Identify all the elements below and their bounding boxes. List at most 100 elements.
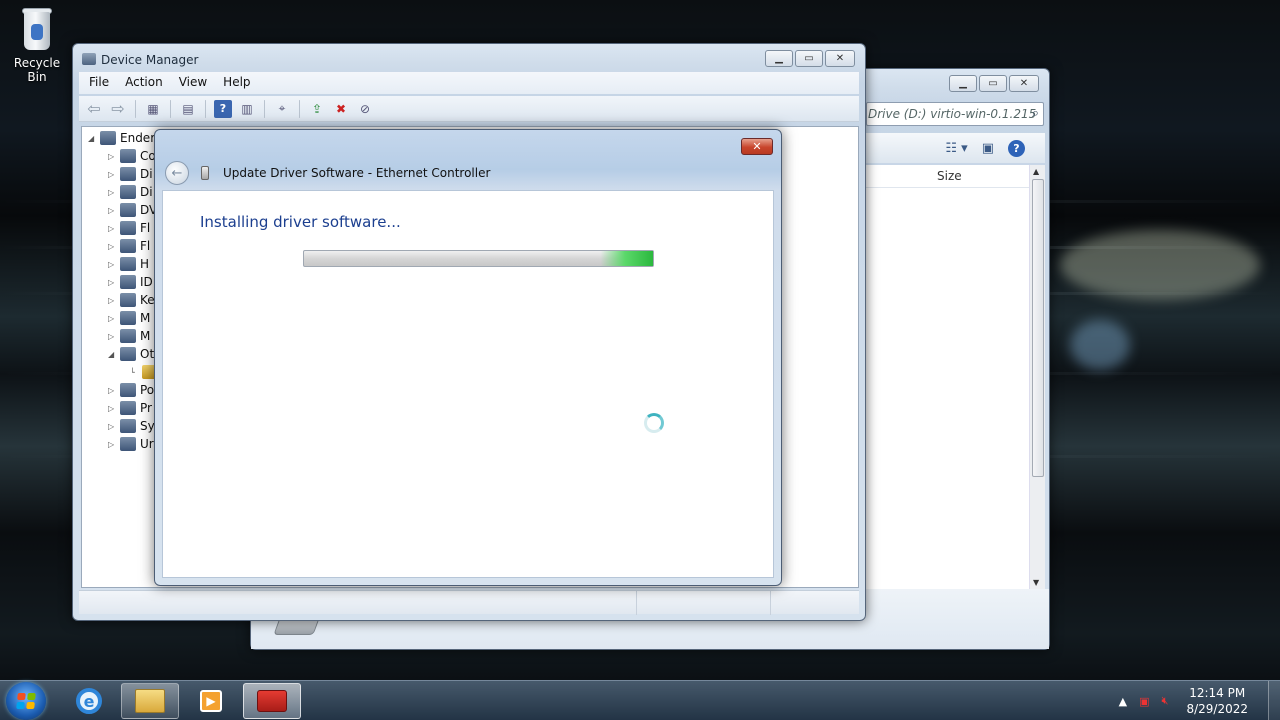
maximize-button[interactable]: ▭ bbox=[795, 50, 823, 67]
tree-item[interactable]: ▷ Di bbox=[108, 183, 153, 201]
windows-logo-icon bbox=[16, 693, 36, 709]
menu-view[interactable]: View bbox=[173, 72, 213, 94]
close-button[interactable]: ✕ bbox=[1009, 75, 1039, 92]
update-driver-icon[interactable]: ⇪ bbox=[308, 100, 326, 118]
device-manager-caption-buttons: ▁ ▭ ✕ bbox=[765, 50, 855, 67]
explorer-command-bar: ☷ ▾ ▣ ? bbox=[865, 133, 1045, 163]
tree-item-label: Fl bbox=[140, 221, 151, 235]
expand-arrow-icon[interactable]: ▷ bbox=[108, 224, 118, 233]
taskbar-windows-explorer[interactable] bbox=[121, 683, 179, 719]
expand-arrow-icon[interactable]: ▷ bbox=[108, 440, 118, 449]
tree-item[interactable]: ▷ DV bbox=[108, 201, 157, 219]
tree-item[interactable]: ▷ Ur bbox=[108, 435, 154, 453]
toolbar: ⇦ ⇨ ▦ ▤ ? ▥ ⌖ ⇪ ✖ ⊘ bbox=[79, 96, 859, 122]
network-disconnected-icon[interactable]: ▣ bbox=[1139, 695, 1149, 708]
tree-item-label: M bbox=[140, 329, 151, 343]
scrollbar-thumb[interactable] bbox=[1032, 179, 1044, 477]
tree-item[interactable]: ▷ Ke bbox=[108, 291, 155, 309]
address-bar[interactable]: Drive (D:) virtio-win-0.1.215 ⌕ bbox=[866, 102, 1044, 126]
tree-item-label: Di bbox=[140, 167, 153, 181]
tree-item[interactable]: ▷ Co bbox=[108, 147, 156, 165]
close-button[interactable]: ✕ bbox=[825, 50, 855, 67]
size-column-header[interactable]: Size bbox=[937, 169, 962, 183]
menu-action[interactable]: Action bbox=[119, 72, 169, 94]
back-arrow-icon[interactable]: ← bbox=[165, 161, 189, 185]
scan-hardware-changes-icon[interactable]: ⌖ bbox=[273, 100, 291, 118]
tree-item[interactable]: ▷ H bbox=[108, 255, 149, 273]
expand-arrow-icon[interactable]: ▷ bbox=[108, 332, 118, 341]
maximize-button[interactable]: ▭ bbox=[979, 75, 1007, 92]
tree-item[interactable]: ▷ Di bbox=[108, 165, 153, 183]
expand-arrow-icon[interactable]: ▷ bbox=[108, 404, 118, 413]
tree-item-expanded[interactable]: ◢ Ot bbox=[108, 345, 154, 363]
expand-arrow-icon[interactable]: ▷ bbox=[108, 314, 118, 323]
expand-arrow-icon[interactable]: ▷ bbox=[108, 188, 118, 197]
clock[interactable]: 12:14 PM 8/29/2022 bbox=[1186, 685, 1248, 717]
tree-item[interactable]: ▷ Fl bbox=[108, 237, 150, 255]
device-manager-app-icon bbox=[82, 53, 96, 65]
show-hidden-icons-icon[interactable]: ▲ bbox=[1119, 695, 1127, 708]
action-pane-icon[interactable]: ▥ bbox=[238, 100, 256, 118]
preview-pane-icon[interactable]: ▣ bbox=[982, 141, 994, 156]
tree-item-label: Sy bbox=[140, 419, 155, 433]
tree-root[interactable]: ◢ Ender bbox=[88, 129, 155, 147]
expand-arrow-icon[interactable]: ▷ bbox=[108, 152, 118, 161]
tree-item[interactable]: ▷ Sy bbox=[108, 417, 155, 435]
menu-help[interactable]: Help bbox=[217, 72, 256, 94]
menu-bar: File Action View Help bbox=[79, 72, 859, 94]
show-desktop-button[interactable] bbox=[1268, 681, 1280, 720]
device-category-icon bbox=[120, 419, 136, 433]
collapse-arrow-icon[interactable]: ◢ bbox=[88, 134, 98, 143]
explorer-caption-buttons: ▁ ▭ ✕ bbox=[949, 75, 1039, 92]
view-options-icon[interactable]: ☷ ▾ bbox=[945, 141, 967, 156]
minimize-button[interactable]: ▁ bbox=[949, 75, 977, 92]
taskbar-media-player[interactable]: ▶ bbox=[182, 683, 240, 719]
close-button[interactable]: ✕ bbox=[741, 138, 773, 155]
file-list-pane[interactable]: Size ▲ ▼ bbox=[865, 165, 1045, 589]
expand-arrow-icon[interactable]: ▷ bbox=[108, 296, 118, 305]
tree-item[interactable]: ▷ M bbox=[108, 327, 150, 345]
device-category-icon bbox=[120, 221, 136, 235]
tree-item[interactable]: ▷ ID bbox=[108, 273, 153, 291]
window-title: Device Manager bbox=[101, 53, 199, 67]
show-hide-console-tree-icon[interactable]: ▦ bbox=[144, 100, 162, 118]
expand-arrow-icon[interactable]: ▷ bbox=[108, 278, 118, 287]
device-category-icon bbox=[120, 401, 136, 415]
tree-item[interactable]: ▷ Po bbox=[108, 381, 154, 399]
expand-arrow-icon[interactable]: ▷ bbox=[108, 422, 118, 431]
start-button[interactable] bbox=[6, 682, 46, 720]
search-icon[interactable]: ⌕ bbox=[1032, 106, 1039, 121]
minimize-button[interactable]: ▁ bbox=[765, 50, 793, 67]
help-icon[interactable]: ? bbox=[214, 99, 232, 118]
status-pane bbox=[771, 591, 857, 615]
vertical-scrollbar[interactable]: ▲ ▼ bbox=[1029, 165, 1045, 589]
taskbar-internet-explorer[interactable]: e bbox=[60, 683, 118, 719]
expand-arrow-icon[interactable]: ▷ bbox=[108, 206, 118, 215]
installing-heading: Installing driver software... bbox=[200, 213, 401, 231]
scroll-down-icon[interactable]: ▼ bbox=[1033, 578, 1039, 587]
menu-file[interactable]: File bbox=[83, 72, 115, 94]
internet-explorer-icon: e bbox=[76, 688, 102, 714]
tree-item[interactable]: ▷ M bbox=[108, 309, 150, 327]
scroll-up-icon[interactable]: ▲ bbox=[1033, 167, 1039, 176]
update-driver-dialog[interactable]: ✕ ← Update Driver Software - Ethernet Co… bbox=[154, 129, 782, 586]
properties-icon[interactable]: ▤ bbox=[179, 100, 197, 118]
forward-arrow-icon[interactable]: ⇨ bbox=[109, 99, 127, 118]
volume-muted-icon[interactable]: 🔇︎ bbox=[1162, 694, 1169, 708]
busy-spinner-icon bbox=[644, 413, 664, 433]
disable-device-icon[interactable]: ⊘ bbox=[356, 100, 374, 118]
back-arrow-icon[interactable]: ⇦ bbox=[85, 99, 103, 118]
help-icon[interactable]: ? bbox=[1008, 139, 1025, 157]
collapse-arrow-icon[interactable]: ◢ bbox=[108, 350, 118, 359]
expand-arrow-icon[interactable]: ▷ bbox=[108, 260, 118, 269]
taskbar-device-manager[interactable] bbox=[243, 683, 301, 719]
device-category-icon bbox=[120, 149, 136, 163]
expand-arrow-icon[interactable]: ▷ bbox=[108, 242, 118, 251]
tree-item[interactable]: ▷ Pr bbox=[108, 399, 152, 417]
recycle-bin-desktop-icon[interactable]: Recycle Bin bbox=[4, 6, 70, 84]
tree-item[interactable]: ▷ Fl bbox=[108, 219, 150, 237]
uninstall-device-icon[interactable]: ✖ bbox=[332, 100, 350, 118]
expand-arrow-icon[interactable]: ▷ bbox=[108, 170, 118, 179]
expand-arrow-icon[interactable]: ▷ bbox=[108, 386, 118, 395]
other-devices-icon bbox=[120, 347, 136, 361]
